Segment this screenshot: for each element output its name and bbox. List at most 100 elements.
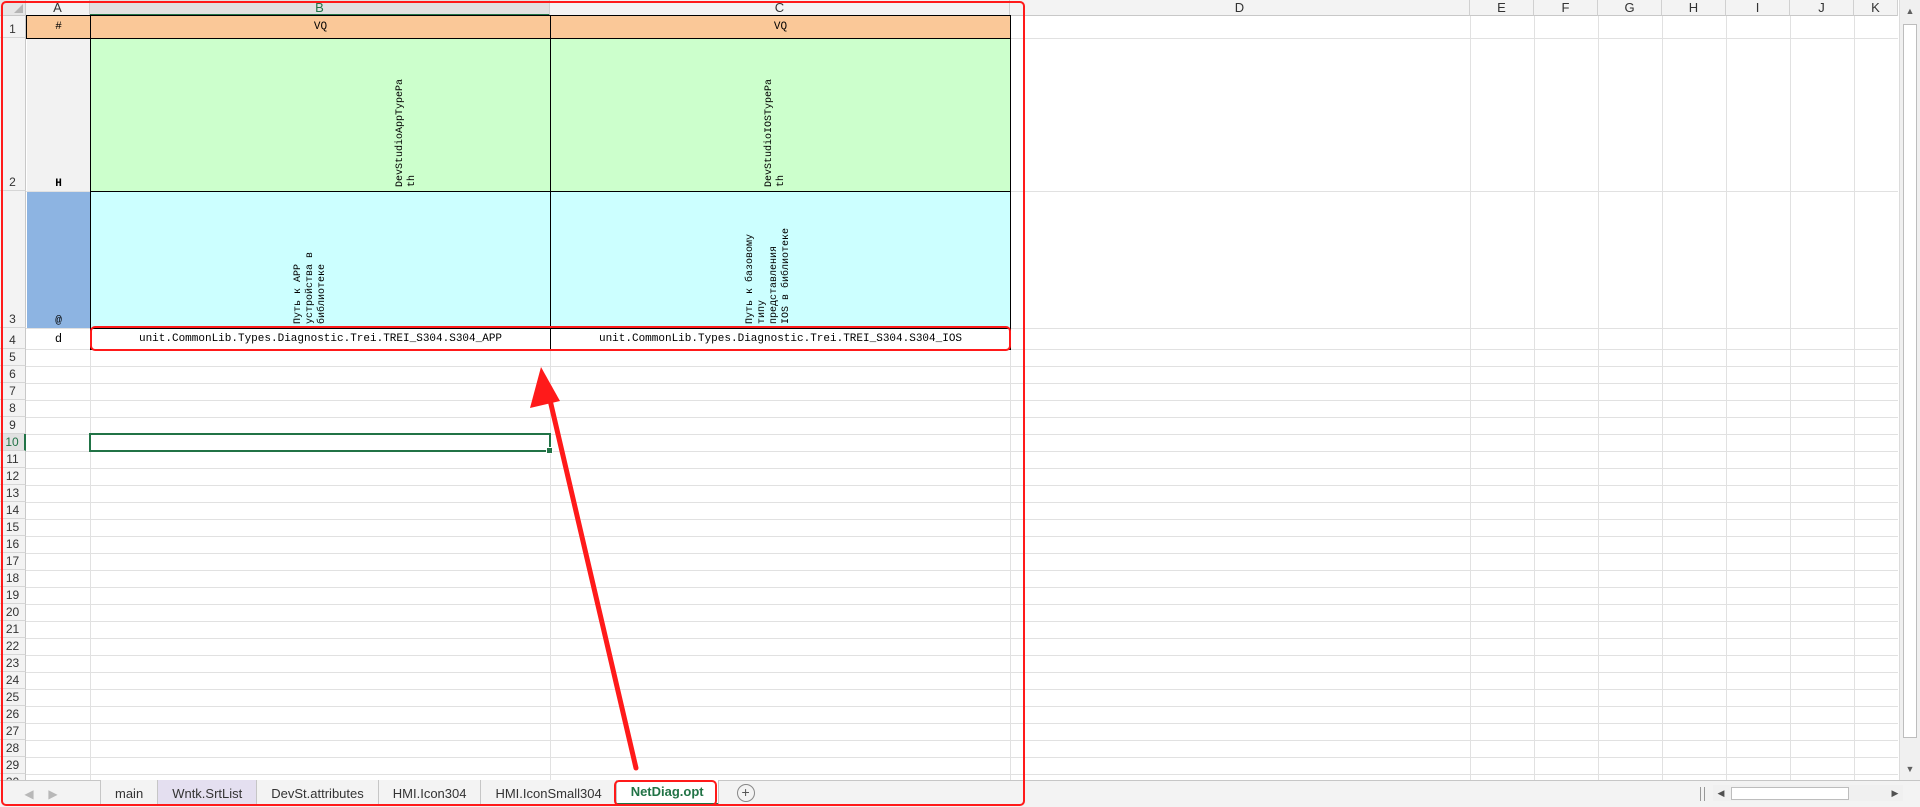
row-header-26[interactable]: 26 [0,706,26,723]
cell-c4[interactable]: unit.CommonLib.Types.Diagnostic.Trei.TRE… [550,328,1011,350]
row-header-3[interactable]: 3 [0,191,26,328]
cell-b3-text: Путь к APP устройства в библиотеке [293,251,328,324]
cell-a1[interactable]: # [26,15,91,39]
row-header-10[interactable]: 10 [0,434,26,451]
gridline [26,740,1898,741]
gridline [26,604,1898,605]
gridline [1854,16,1855,780]
column-header-k[interactable]: K [1854,0,1898,16]
row-header-12[interactable]: 12 [0,468,26,485]
gridline [26,621,1898,622]
plus-circle-icon[interactable]: + [736,784,755,802]
row-header-11[interactable]: 11 [0,451,26,468]
row-header-27[interactable]: 27 [0,723,26,740]
column-header-i[interactable]: I [1726,0,1790,16]
row-header-29[interactable]: 29 [0,757,26,774]
row-header-25[interactable]: 25 [0,689,26,706]
row-header-15[interactable]: 15 [0,519,26,536]
row-header-28[interactable]: 28 [0,740,26,757]
horizontal-scroll-thumb[interactable] [1731,787,1849,800]
gridline [1790,16,1791,780]
row-header-19[interactable]: 19 [0,587,26,604]
sheet-tab-hmi-iconsmall304[interactable]: HMI.IconSmall304 [481,780,617,806]
sheet-tab-netdiag-opt[interactable]: NetDiag.opt [616,780,719,806]
row-header-13[interactable]: 13 [0,485,26,502]
cell-b4[interactable]: unit.CommonLib.Types.Diagnostic.Trei.TRE… [90,328,551,350]
gridline [26,689,1898,690]
row-header-21[interactable]: 21 [0,621,26,638]
scroll-right-icon[interactable]: ▶ [1887,785,1903,801]
row-header-18[interactable]: 18 [0,570,26,587]
cell-b2-text: DevStudioAppTypePa th [395,78,418,187]
gridline [26,757,1898,758]
gridline [26,485,1898,486]
row-header-24[interactable]: 24 [0,672,26,689]
row-header-14[interactable]: 14 [0,502,26,519]
cell-c1[interactable]: VQ [550,15,1011,39]
gridline [26,536,1898,537]
row-header-4[interactable]: 4 [0,328,26,349]
gridline [26,553,1898,554]
column-header-h[interactable]: H [1662,0,1726,16]
selected-cell-b10[interactable] [89,433,553,454]
row-header-5[interactable]: 5 [0,349,26,366]
row-header-20[interactable]: 20 [0,604,26,621]
row-header-17[interactable]: 17 [0,553,26,570]
gridline [26,519,1898,520]
gridline [26,706,1898,707]
cell-c2[interactable]: DevStudioIOSTypePa th [550,38,1011,192]
column-header-j[interactable]: J [1790,0,1854,16]
chevron-left-icon[interactable]: ◀ [20,785,38,803]
sheet-tab-main[interactable]: main [100,780,159,806]
chevron-right-icon[interactable]: ▶ [44,785,62,803]
cell-a2[interactable]: H [27,39,90,191]
row-header-9[interactable]: 9 [0,417,26,434]
sheet-tab-wntk-srtlist[interactable]: Wntk.SrtList [158,780,258,806]
row-header-23[interactable]: 23 [0,655,26,672]
row-header-2[interactable]: 2 [0,38,26,191]
column-header-c[interactable]: C [550,0,1010,16]
cell-a4[interactable]: d [27,329,90,349]
row-header-16[interactable]: 16 [0,536,26,553]
column-header-b[interactable]: B [90,0,550,16]
gridline [1726,16,1727,780]
column-header-d[interactable]: D [1010,0,1470,16]
scroll-left-icon[interactable]: ◀ [1713,785,1729,801]
gridline [26,587,1898,588]
column-header-a[interactable]: A [26,0,90,16]
gridline [26,638,1898,639]
gridline [26,672,1898,673]
row-header-1[interactable]: 1 [0,16,26,38]
gridline [26,383,1898,384]
row-header-7[interactable]: 7 [0,383,26,400]
cell-c2-text: DevStudioIOSTypePa th [764,78,787,187]
column-header-e[interactable]: E [1470,0,1534,16]
tab-splitter-handle[interactable] [1700,787,1705,801]
vertical-scrollbar[interactable]: ▲ ▼ [1899,0,1920,780]
gridline [1662,16,1663,780]
horizontal-scrollbar[interactable]: ◀ ▶ [1713,785,1903,801]
gridline [1534,16,1535,780]
cell-b2[interactable]: DevStudioAppTypePa th [90,38,551,192]
cell-b3[interactable]: Путь к APP устройства в библиотеке [90,191,551,329]
cell-b1[interactable]: VQ [90,15,551,39]
select-all-button[interactable] [0,0,26,16]
spreadsheet-grid[interactable]: A B C D E F G H I J K 1 2 3 4 5 6 7 8 9 … [0,0,1920,780]
row-header-6[interactable]: 6 [0,366,26,383]
row-header-8[interactable]: 8 [0,400,26,417]
gridline [26,366,1898,367]
gridline [1470,16,1471,780]
column-header-f[interactable]: F [1534,0,1598,16]
column-header-g[interactable]: G [1598,0,1662,16]
scroll-up-icon[interactable]: ▲ [1900,2,1920,20]
cell-c3-text: Путь к базовому типу представления IOS в… [745,227,792,324]
gridline [26,723,1898,724]
sheet-tab-devst-attributes[interactable]: DevSt.attributes [257,780,379,806]
sheet-tab-hmi-icon304[interactable]: HMI.Icon304 [378,780,482,806]
cell-a3[interactable]: @ [27,192,90,328]
vertical-scroll-thumb[interactable] [1903,24,1917,738]
scroll-down-icon[interactable]: ▼ [1900,760,1920,778]
row-header-22[interactable]: 22 [0,638,26,655]
cell-c3[interactable]: Путь к базовому типу представления IOS в… [550,191,1011,329]
gridline [26,417,1898,418]
